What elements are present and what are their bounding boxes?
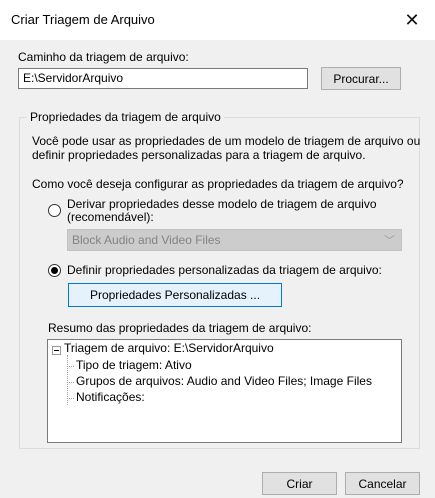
- chevron-down-icon: ﹀: [384, 235, 395, 247]
- tree-child-item[interactable]: Grupos de arquivos: Audio and Video File…: [76, 374, 372, 388]
- close-icon[interactable]: ✕: [389, 0, 435, 40]
- description-line-1: Você pode usar as propriedades de um mod…: [32, 134, 421, 148]
- tree-root-item[interactable]: Triagem de arquivo: E:\ServidorArquivo: [64, 341, 274, 355]
- custom-properties-button[interactable]: Propriedades Personalizadas ...: [68, 283, 282, 307]
- custom-option-label[interactable]: Definir propriedades personalizadas da t…: [67, 263, 382, 277]
- properties-group-title: Propriedades da triagem de arquivo: [27, 110, 224, 124]
- summary-tree[interactable]: Triagem de arquivo: E:\ServidorArquivo T…: [47, 339, 402, 443]
- window-title: Criar Triagem de Arquivo: [11, 12, 155, 27]
- path-label: Caminho da triagem de arquivo:: [18, 50, 189, 64]
- summary-label: Resumo das propriedades da triagem de ar…: [48, 321, 312, 335]
- tree-child-item[interactable]: Notificações:: [76, 390, 145, 404]
- title-bar: Criar Triagem de Arquivo ✕: [0, 0, 435, 40]
- configure-question: Como você deseja configurar as proprieda…: [32, 177, 404, 191]
- cancel-button[interactable]: Cancelar: [345, 472, 420, 495]
- tree-branch-line: [67, 382, 74, 383]
- tree-branch-line: [67, 366, 74, 367]
- template-select: Block Audio and Video Files ﹀: [67, 229, 402, 251]
- custom-radio[interactable]: [48, 264, 61, 277]
- template-select-value: Block Audio and Video Files: [72, 233, 221, 247]
- derive-option-label-1[interactable]: Derivar propriedades desse modelo de tri…: [67, 197, 377, 211]
- path-input[interactable]: E:\ServidorArquivo: [18, 68, 308, 89]
- description-line-2: definir propriedades personalizadas para…: [32, 148, 366, 162]
- collapse-icon[interactable]: [52, 346, 61, 355]
- browse-button[interactable]: Procurar...: [321, 67, 401, 90]
- tree-branch-line: [67, 398, 74, 399]
- create-button[interactable]: Criar: [262, 472, 337, 495]
- derive-option-label-2[interactable]: (recomendável):: [67, 210, 154, 224]
- derive-radio[interactable]: [48, 204, 61, 217]
- tree-child-item[interactable]: Tipo de triagem: Ativo: [76, 358, 192, 372]
